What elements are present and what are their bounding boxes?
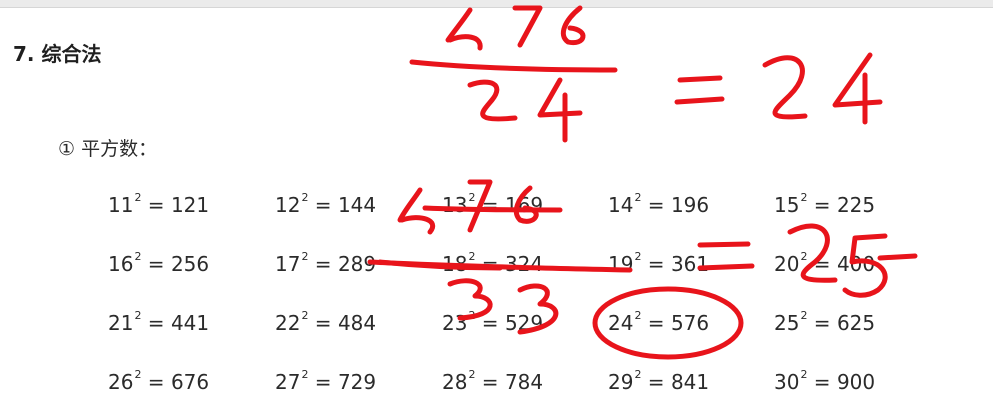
circle-around-24-squared: [592, 286, 744, 360]
handwritten-equals-24-top: [674, 52, 883, 125]
document-page: 7. 综合法 ① 平方数： 112 = 121 122 = 144 132 = 16…: [0, 0, 993, 418]
handwritten-equals-25-middle: [697, 223, 918, 298]
handwritten-fraction-576-over-23: [367, 179, 633, 335]
handwritten-fraction-576-over-24: [409, 5, 618, 143]
handwriting-annotations: [367, 5, 918, 360]
